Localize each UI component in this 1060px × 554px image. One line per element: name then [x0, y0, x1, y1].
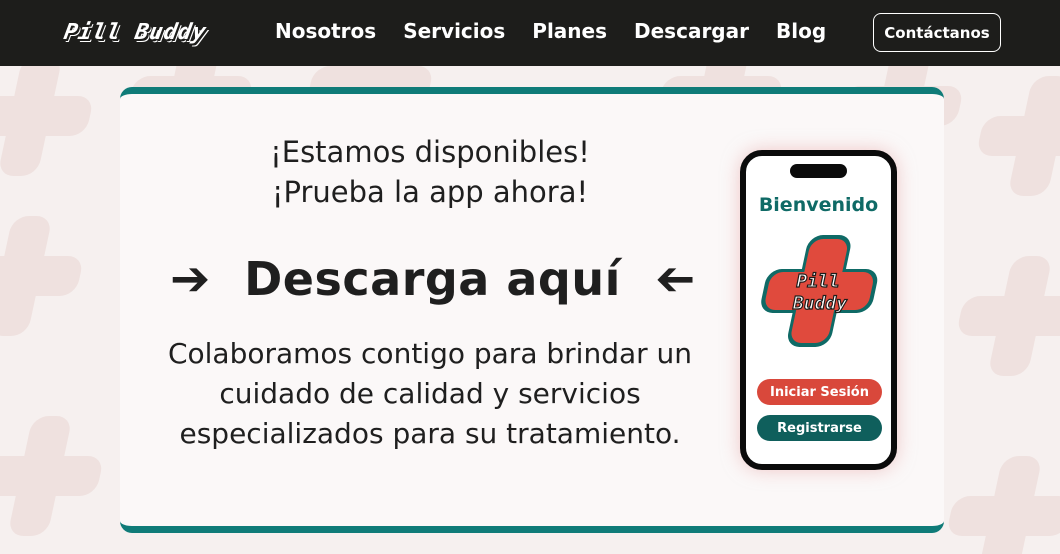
background-cross — [0, 416, 100, 536]
logo-text-top: Pill — [796, 271, 839, 292]
logo-text-bottom: Buddy — [792, 293, 848, 314]
nav-links: Nosotros Servicios Planes Descargar Blog — [275, 17, 853, 45]
download-link[interactable]: ➔ Descarga aquí ➔ — [170, 244, 695, 314]
login-button[interactable]: Iniciar Sesión — [757, 379, 882, 405]
download-label[interactable]: Descarga aquí — [244, 252, 621, 306]
pill-buddy-logo-icon: Pill Buddy — [761, 235, 878, 347]
arrow-left-icon: ➔ — [654, 251, 695, 307]
register-button[interactable]: Registrarse — [757, 415, 882, 441]
nav-link-descargar[interactable]: Descargar — [634, 17, 749, 45]
phone-mockup: Bienvenido Pill Buddy Iniciar Sesión Reg… — [740, 150, 897, 470]
brand-logo[interactable]: Pill Buddy — [61, 16, 209, 50]
nav-link-blog[interactable]: Blog — [776, 17, 826, 45]
hero-description: Colaboramos contigo para brindar un cuid… — [167, 337, 693, 450]
arrow-right-icon: ➔ — [170, 251, 211, 307]
hero-headline: ¡Estamos disponibles! ¡Prueba la app aho… — [120, 132, 740, 212]
contact-button[interactable]: Contáctanos — [873, 13, 1001, 52]
background-cross — [960, 256, 1060, 376]
download-card: ¡Estamos disponibles! ¡Prueba la app aho… — [120, 87, 944, 533]
background-cross — [980, 76, 1060, 196]
headline-line-1: ¡Estamos disponibles! — [270, 135, 590, 169]
background-cross — [950, 456, 1060, 554]
nav-link-planes[interactable]: Planes — [532, 17, 607, 45]
phone-notch — [790, 164, 847, 178]
phone-welcome-text: Bienvenido — [758, 194, 879, 216]
background-cross — [0, 216, 80, 336]
nav-link-servicios[interactable]: Servicios — [403, 17, 505, 45]
nav-link-nosotros[interactable]: Nosotros — [275, 17, 376, 45]
top-navbar: Pill Buddy Nosotros Servicios Planes Des… — [0, 0, 1060, 66]
background-cross — [0, 66, 90, 176]
headline-line-2: ¡Prueba la app ahora! — [271, 175, 589, 209]
